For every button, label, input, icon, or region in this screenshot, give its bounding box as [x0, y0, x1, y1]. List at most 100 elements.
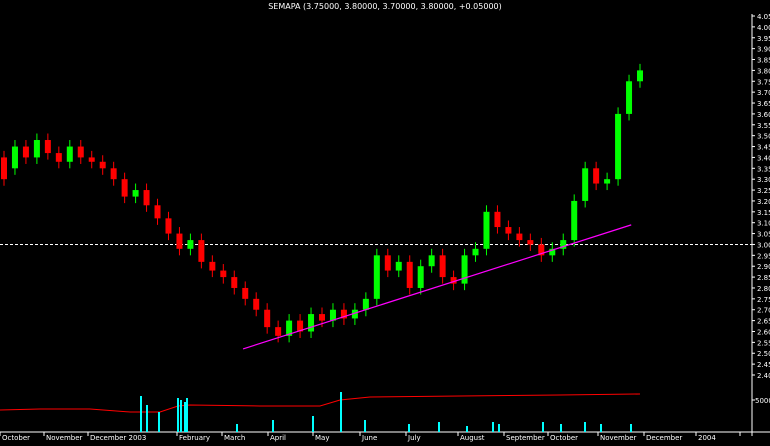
- trendline: [242, 224, 632, 350]
- y-tick-label: 3.75: [757, 78, 770, 86]
- candle-body: [132, 190, 139, 197]
- volume-bar: [492, 422, 494, 432]
- candle-body: [22, 146, 29, 158]
- candle-body: [362, 298, 369, 310]
- y-tick-label: 3.80: [757, 67, 770, 75]
- y-tick-label: 3.60: [757, 111, 770, 119]
- x-tick-label: May: [315, 434, 329, 442]
- volume-bar: [466, 426, 468, 432]
- y-tick-label: 4.00: [757, 24, 770, 32]
- x-tick-label: December: [646, 434, 682, 442]
- volume-bar: [364, 420, 366, 432]
- candle-body: [11, 146, 18, 169]
- y-tick-label: 3.30: [757, 176, 770, 184]
- x-tick-label: April: [270, 434, 286, 442]
- candle-body: [1, 157, 7, 180]
- y-tick-label: 3.70: [757, 89, 770, 97]
- y-tick-label: 2.75: [757, 296, 770, 304]
- candle-body: [187, 240, 194, 249]
- volume-bar: [272, 420, 274, 432]
- chart-canvas: SEMAPA (3.75000, 3.80000, 3.70000, 3.800…: [0, 0, 770, 442]
- volume-bar: [177, 398, 179, 432]
- candle-body: [516, 233, 523, 241]
- candle-body: [505, 227, 512, 234]
- x-tick-label: February: [179, 434, 210, 442]
- y-tick-label: 2.80: [757, 285, 770, 293]
- volume-bar: [438, 422, 440, 432]
- candle-body: [527, 240, 534, 245]
- candle-body: [121, 179, 128, 197]
- y-tick-label: 2.95: [757, 252, 770, 260]
- candle-body: [264, 309, 271, 328]
- volume-bar: [140, 396, 142, 432]
- y-tick-label: 3.55: [757, 122, 770, 130]
- volume-bar: [498, 424, 500, 432]
- candle-body: [319, 314, 325, 321]
- volume-bar: [146, 405, 148, 432]
- y-tick-label: 3.35: [757, 165, 770, 173]
- volume-bar: [186, 398, 188, 432]
- volume-bar: [158, 412, 160, 432]
- candle-body: [428, 255, 435, 267]
- y-tick-label: 2.45: [757, 361, 770, 369]
- candle-body: [44, 140, 51, 154]
- y-tick-label: 3.50: [757, 133, 770, 141]
- y-tick-label: 2.50: [757, 350, 770, 358]
- candle-body: [220, 270, 227, 278]
- candle-body: [77, 146, 84, 158]
- y-tick-label: 3.90: [757, 46, 770, 54]
- x-tick-label: September: [506, 434, 545, 442]
- x-tick-label: July: [407, 434, 421, 442]
- y-tick-label: 3.85: [757, 57, 770, 65]
- candle-body: [231, 277, 238, 288]
- y-tick-label: 2.90: [757, 263, 770, 271]
- x-tick-label: June: [361, 434, 377, 442]
- y-tick-label: 3.00: [757, 241, 770, 249]
- y-tick-label: 2.65: [757, 318, 770, 326]
- candle-body: [582, 168, 589, 201]
- candle-body: [417, 266, 424, 288]
- volume-bar: [312, 416, 314, 432]
- volume-bar: [600, 424, 602, 432]
- y-tick-label: 4.05: [757, 13, 770, 21]
- volume-average-line: [0, 393, 641, 413]
- x-tick-label: August: [460, 434, 485, 442]
- candle-body: [472, 248, 479, 256]
- x-tick-label: October: [2, 434, 30, 442]
- x-tick-label: October: [550, 434, 578, 442]
- chart-title: SEMAPA (3.75000, 3.80000, 3.70000, 3.800…: [268, 2, 502, 11]
- x-tick-label: November: [600, 434, 637, 442]
- candle-body: [88, 157, 95, 162]
- volume-bar: [584, 422, 586, 432]
- candle-body: [626, 81, 633, 114]
- volume-bar: [630, 424, 632, 432]
- y-tick-label: 3.65: [757, 100, 770, 108]
- candle-body: [99, 161, 106, 169]
- y-tick-label: 2.70: [757, 307, 770, 315]
- candle-body: [637, 70, 643, 82]
- candle-body: [66, 146, 73, 162]
- y-tick-label: 2.55: [757, 339, 770, 347]
- y-tick-label: 2.60: [757, 328, 770, 336]
- candlestick-chart: 2.40 2.45 2.50 2.55 2.60 2.65 2.70 2.75 2.80 2.85…: [0, 13, 770, 442]
- y-tick-label: 2.85: [757, 274, 770, 282]
- y-tick-label: 3.05: [757, 231, 770, 239]
- x-tick-label: November: [46, 434, 83, 442]
- x-tick-label: December 2003: [90, 434, 146, 442]
- y-tick-label: 3.25: [757, 187, 770, 195]
- y-tick-label: 3.45: [757, 144, 770, 152]
- y-tick-label: 3.10: [757, 220, 770, 228]
- candle-body: [198, 240, 205, 262]
- volume-bar: [408, 424, 410, 432]
- y-tick-label: 2.40: [757, 372, 770, 380]
- volume-bar: [236, 424, 238, 432]
- volume-bar: [340, 392, 342, 432]
- candle-body: [439, 255, 446, 278]
- y-tick-label: 3.95: [757, 35, 770, 43]
- x-tick-label: March: [224, 434, 245, 442]
- candle-body: [373, 255, 380, 299]
- candle-body: [308, 314, 315, 332]
- candle-body: [253, 298, 260, 310]
- candle-body: [110, 168, 117, 180]
- candle-body: [143, 190, 150, 206]
